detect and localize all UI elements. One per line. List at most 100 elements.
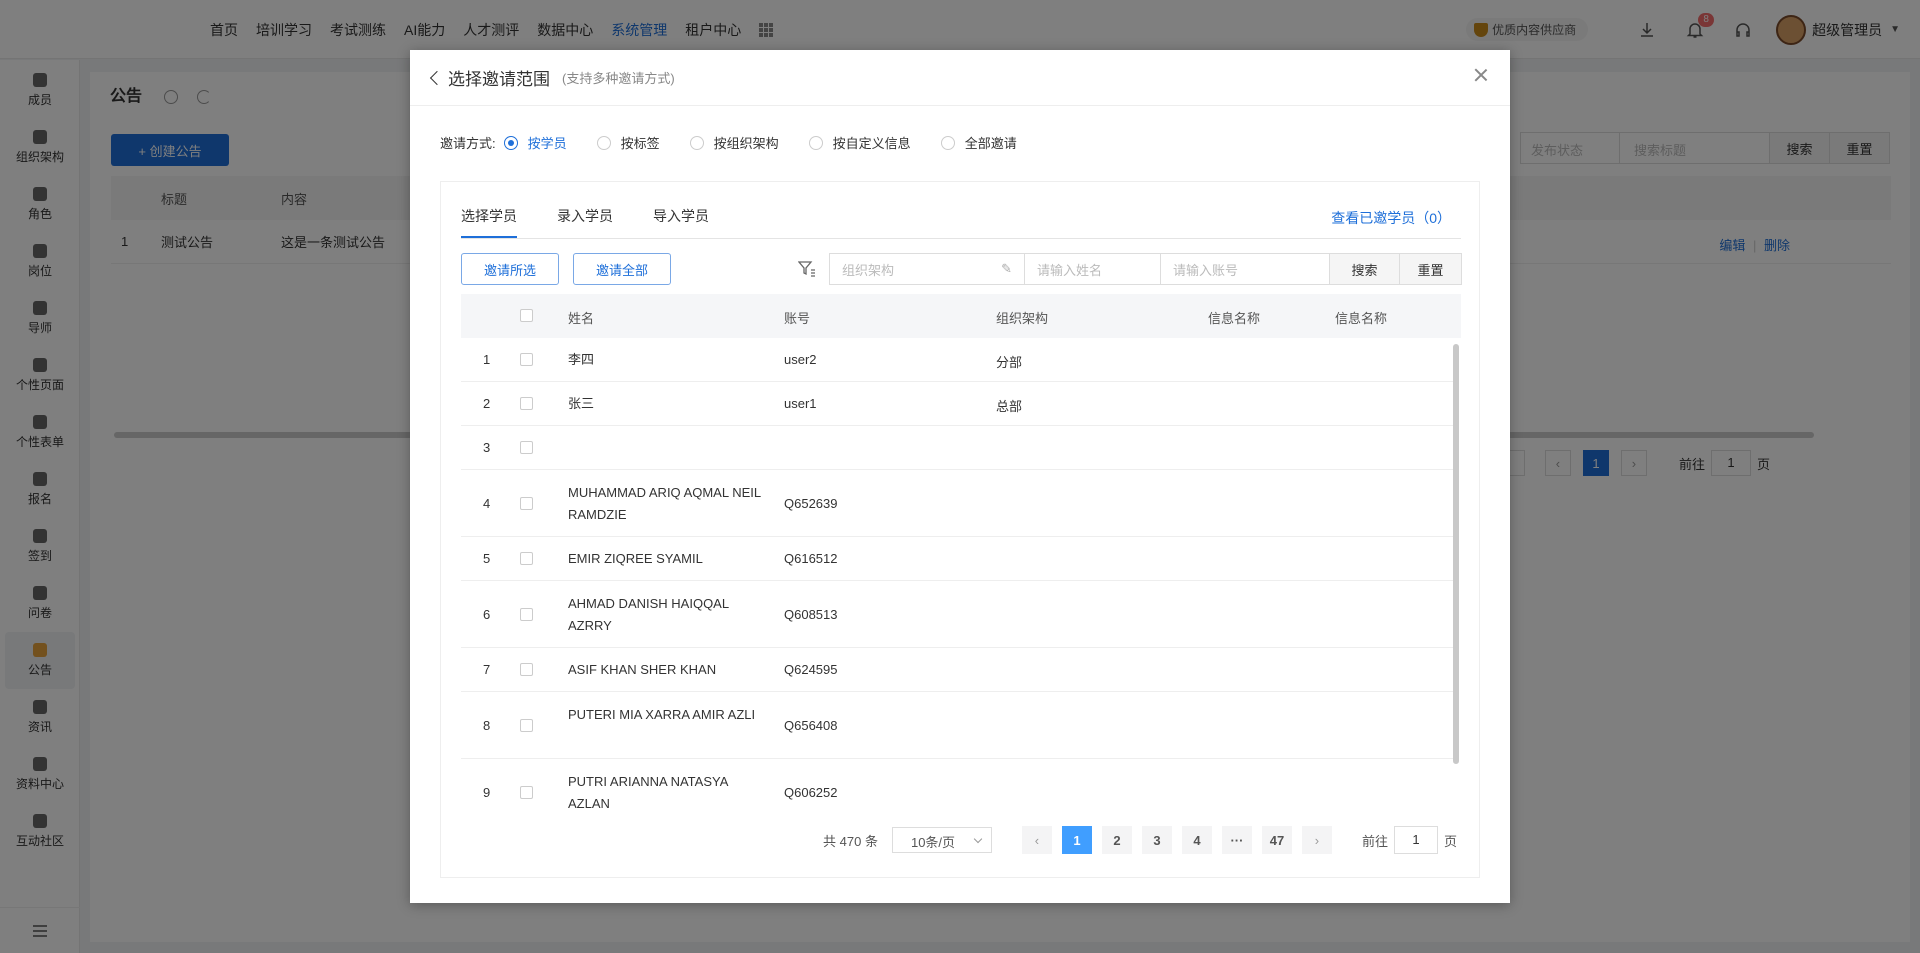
- table-row[interactable]: 3: [461, 426, 1453, 470]
- row-checkbox[interactable]: [520, 552, 533, 565]
- dialog-subtitle: (支持多种邀请方式): [562, 71, 675, 86]
- page-4[interactable]: ···: [1221, 826, 1252, 854]
- row-org: 分部: [996, 355, 1023, 370]
- col-account: 账号: [784, 311, 811, 326]
- col-name: 姓名: [568, 311, 595, 326]
- table-row[interactable]: 4 MUHAMMAD ARIQ AQMAL NEIL RAMDZIE Q652639: [461, 470, 1453, 537]
- row-account: user2: [784, 352, 817, 367]
- row-account: Q652639: [784, 495, 838, 511]
- page-3[interactable]: 4: [1181, 826, 1212, 854]
- account-input[interactable]: 请输入账号: [1161, 253, 1330, 285]
- col-info-2: 信息名称: [1335, 311, 1388, 326]
- page-suffix: 页: [1443, 833, 1457, 849]
- close-icon[interactable]: [1474, 68, 1488, 82]
- row-checkbox[interactable]: [520, 441, 533, 454]
- select-all-checkbox[interactable]: [520, 309, 533, 322]
- method-radio-4[interactable]: 全部邀请: [940, 133, 1017, 152]
- vertical-scrollbar[interactable]: [1453, 344, 1459, 764]
- dialog-search-button[interactable]: 搜索: [1330, 253, 1400, 285]
- row-index: 2: [483, 396, 491, 411]
- row-name: AHMAD DANISH HAIQQAL AZRRY: [568, 595, 729, 633]
- dialog-title: 选择邀请范围: [448, 70, 550, 89]
- table-row[interactable]: 9 PUTRI ARIANNA NATASYA AZLAN Q606252: [461, 759, 1453, 820]
- radio-dot: [940, 135, 955, 150]
- table-row[interactable]: 7 ASIF KHAN SHER KHAN Q624595: [461, 648, 1453, 692]
- row-checkbox[interactable]: [520, 718, 533, 732]
- row-name: 李四: [568, 352, 595, 367]
- radio-dot: [503, 135, 518, 150]
- tab-import-students[interactable]: 导入学员: [653, 206, 709, 226]
- row-checkbox[interactable]: [520, 663, 533, 676]
- table-row[interactable]: 6 AHMAD DANISH HAIQQAL AZRRY Q608513: [461, 581, 1453, 648]
- row-name: MUHAMMAD ARIQ AQMAL NEIL RAMDZIE: [568, 484, 761, 522]
- page-5[interactable]: 47: [1261, 826, 1292, 854]
- row-checkbox[interactable]: [520, 353, 533, 366]
- page-size-select[interactable]: 10条/页: [891, 827, 992, 853]
- student-table-header: 姓名 账号 组织架构 信息名称 信息名称: [461, 294, 1461, 338]
- row-org: 总部: [996, 399, 1023, 414]
- col-info-1: 信息名称: [1208, 311, 1261, 326]
- invite-scope-dialog: 选择邀请范围 (支持多种邀请方式) 邀请方式: 按学员 按标签 按组织架构 按自定义信…: [410, 50, 1510, 903]
- table-row[interactable]: 5 EMIR ZIQREE SYAMIL Q616512: [461, 537, 1453, 581]
- invite-selected-button[interactable]: 邀请所选: [461, 253, 559, 285]
- org-placeholder: 组织架构: [842, 262, 895, 278]
- invite-all-button[interactable]: 邀请全部: [573, 253, 671, 285]
- dialog-reset-button[interactable]: 重置: [1400, 253, 1462, 285]
- row-account: Q656408: [784, 717, 838, 733]
- row-account: Q624595: [784, 662, 838, 677]
- dialog-pagination: 共 470 条 10条/页 ‹ 1 2 3 4 ··· 47 › 前往 1 页: [823, 826, 1457, 854]
- invite-method-group: 邀请方式: 按学员 按标签 按组织架构 按自定义信息 全部邀请: [440, 133, 1047, 152]
- row-account: user1: [784, 396, 817, 411]
- row-checkbox[interactable]: [520, 607, 533, 621]
- row-checkbox[interactable]: [520, 397, 533, 410]
- row-name: ASIF KHAN SHER KHAN: [568, 662, 717, 677]
- table-row[interactable]: 1 李四 user2 分部: [461, 338, 1453, 382]
- tab-enter-students[interactable]: 录入学员: [557, 206, 613, 226]
- next-page-icon[interactable]: ›: [1301, 826, 1332, 854]
- method-radio-3[interactable]: 按自定义信息: [808, 133, 911, 152]
- row-checkbox[interactable]: [520, 496, 533, 510]
- table-row[interactable]: 8 PUTERI MIA XARRA AMIR AZLI Q656408: [461, 692, 1453, 759]
- row-index: 8: [483, 717, 491, 733]
- dialog-header: 选择邀请范围 (支持多种邀请方式): [410, 50, 1510, 106]
- table-row[interactable]: 2 张三 user1 总部: [461, 382, 1453, 426]
- back-icon[interactable]: [429, 70, 445, 86]
- row-index: 1: [483, 352, 491, 367]
- goto-page-input[interactable]: 1: [1393, 826, 1438, 854]
- row-index: 6: [483, 606, 491, 622]
- radio-dot: [689, 135, 704, 150]
- row-account: Q606252: [784, 784, 838, 800]
- page-1[interactable]: 2: [1101, 826, 1132, 854]
- method-radio-2[interactable]: 按组织架构: [689, 133, 779, 152]
- radio-dot: [808, 135, 823, 150]
- row-index: 3: [483, 440, 491, 455]
- row-index: 4: [483, 495, 491, 511]
- tab-select-students[interactable]: 选择学员: [461, 206, 517, 226]
- row-checkbox[interactable]: [520, 785, 533, 799]
- row-index: 5: [483, 551, 491, 566]
- name-input[interactable]: 请输入姓名: [1025, 253, 1161, 285]
- row-index: 9: [483, 784, 491, 800]
- active-tab-indicator: [461, 236, 517, 238]
- col-org: 组织架构: [996, 311, 1049, 326]
- row-index: 7: [483, 662, 491, 677]
- filter-icon[interactable]: [797, 260, 816, 278]
- method-radio-0[interactable]: 按学员: [503, 133, 567, 152]
- page-0[interactable]: 1: [1061, 826, 1092, 854]
- row-account: Q608513: [784, 606, 838, 622]
- method-label: 邀请方式:: [440, 136, 496, 151]
- prev-page-icon[interactable]: ‹: [1021, 826, 1052, 854]
- goto-page: 前往 1 页: [1362, 826, 1457, 854]
- goto-label: 前往: [1361, 833, 1388, 849]
- edit-icon: ✎: [1001, 261, 1012, 276]
- row-name: EMIR ZIQREE SYAMIL: [568, 551, 703, 566]
- student-table-body: 1 李四 user2 分部 2 张三 user1 总部 3 4 MUHAMMAD ARIQ AQMA…: [461, 338, 1461, 820]
- student-search-bar: 组织架构 ✎ 请输入姓名 请输入账号 搜索 重置: [829, 253, 1462, 285]
- page-2[interactable]: 3: [1141, 826, 1172, 854]
- radio-label: 全部邀请: [964, 136, 1017, 151]
- student-panel: 选择学员 录入学员 导入学员 查看已邀学员（0） 邀请所选 邀请全部 组织架构 …: [440, 181, 1480, 878]
- method-radio-1[interactable]: 按标签: [596, 133, 660, 152]
- view-invited-link[interactable]: 查看已邀学员（0）: [1331, 208, 1451, 228]
- org-select[interactable]: 组织架构 ✎: [829, 253, 1025, 285]
- row-name: PUTERI MIA XARRA AMIR AZLI: [568, 706, 756, 722]
